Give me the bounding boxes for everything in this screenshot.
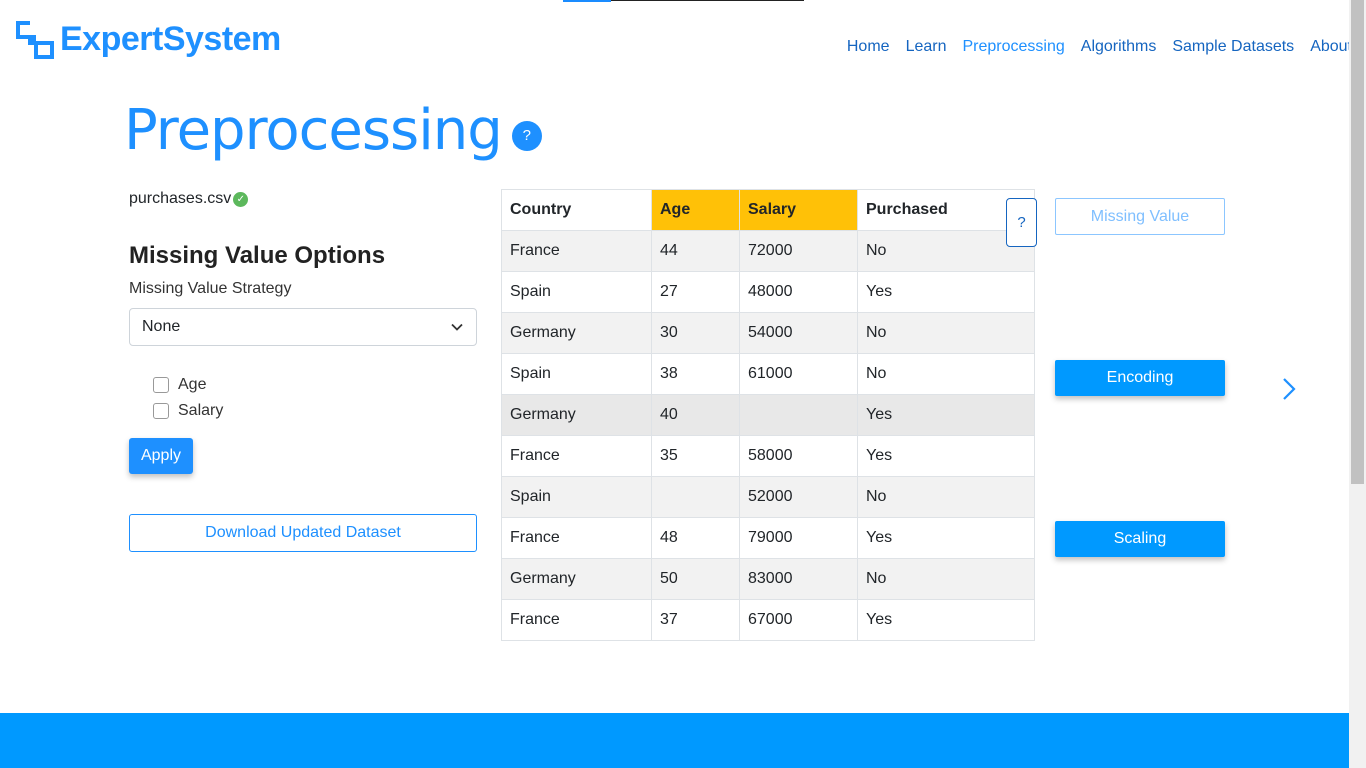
nav-algorithms[interactable]: Algorithms [1081,38,1157,56]
chevron-right-icon[interactable] [1281,376,1297,402]
section-title: Missing Value Options [129,242,386,269]
encoding-step-button[interactable]: Encoding [1055,360,1225,396]
cell-age: 48 [651,517,740,559]
cell-salary: 61000 [739,353,858,395]
column-option-age[interactable]: Age [153,372,477,398]
cell-salary: 58000 [739,435,858,477]
header-age[interactable]: Age [651,189,740,231]
age-checkbox[interactable] [153,377,169,393]
check-circle-icon: ✓ [233,191,249,207]
cell-purchased: Yes [857,394,1035,436]
nav-home[interactable]: Home [847,38,890,56]
scrollbar-thumb[interactable] [1351,0,1364,484]
cell-salary: 67000 [739,599,858,641]
cell-country: Germany [501,394,652,436]
cell-salary [739,394,858,436]
cell-purchased: Yes [857,517,1035,559]
strategy-select-value: None [142,318,181,335]
nav-sample-datasets[interactable]: Sample Datasets [1172,38,1294,56]
cell-age: 44 [651,230,740,272]
cell-purchased: No [857,476,1035,518]
missing-value-step-button[interactable]: Missing Value [1055,198,1225,235]
cell-country: France [501,230,652,272]
nav-learn[interactable]: Learn [906,38,947,56]
header-salary[interactable]: Salary [739,189,858,231]
page-scrollbar[interactable] [1349,0,1366,768]
scaling-step-button[interactable]: Scaling [1055,521,1225,557]
salary-checkbox[interactable] [153,403,169,419]
column-option-salary[interactable]: Salary [153,398,477,424]
cell-age: 37 [651,599,740,641]
strategy-select[interactable]: None [129,308,477,346]
table-row: France 37 67000 Yes [501,599,1035,641]
table-row: Germany 40 Yes [501,394,1035,436]
table-row: Spain 38 61000 No [501,353,1035,395]
cell-age: 38 [651,353,740,395]
cell-age [651,476,740,518]
cell-country: Spain [501,353,652,395]
page-header: Preprocessing ? [124,98,542,163]
page-footer [0,713,1349,768]
table-row: France 44 72000 No [501,230,1035,272]
uploaded-file: purchases.csv ✓ [129,190,477,208]
dataset-table: Country Age Salary Purchased France 44 7… [501,189,1035,641]
cell-purchased: No [857,353,1035,395]
table-header-row: Country Age Salary Purchased [501,189,1035,231]
cell-country: Germany [501,558,652,600]
cell-purchased: Yes [857,599,1035,641]
header-country[interactable]: Country [501,189,652,231]
strategy-label: Missing Value Strategy [129,280,292,297]
cell-purchased: Yes [857,271,1035,313]
table-help-button[interactable]: ? [1006,198,1037,247]
cell-country: France [501,517,652,559]
table-row: Germany 50 83000 No [501,558,1035,600]
cell-salary: 83000 [739,558,858,600]
nav-about[interactable]: About [1310,38,1352,56]
cell-country: Spain [501,476,652,518]
cell-country: Spain [501,271,652,313]
brand-name: ExpertSystem [60,20,281,58]
apply-button[interactable]: Apply [129,438,193,474]
cell-age: 50 [651,558,740,600]
cell-salary: 54000 [739,312,858,354]
missing-value-panel: purchases.csv ✓ Missing Value Options Mi… [129,190,477,552]
chevron-down-icon [451,323,463,331]
table-row: France 48 79000 Yes [501,517,1035,559]
cell-country: France [501,435,652,477]
cell-salary: 72000 [739,230,858,272]
column-checklist: Age Salary [129,372,477,424]
cell-purchased: No [857,558,1035,600]
cell-purchased: Yes [857,435,1035,477]
table-row: Germany 30 54000 No [501,312,1035,354]
cell-salary: 48000 [739,271,858,313]
salary-checkbox-label: Salary [178,402,224,419]
expertsystem-logo-icon [16,20,54,59]
page-help-button[interactable]: ? [511,120,542,151]
age-checkbox-label: Age [178,376,207,393]
cell-purchased: No [857,312,1035,354]
table-row: Spain 52000 No [501,476,1035,518]
page-load-progress [563,0,804,2]
cell-country: Germany [501,312,652,354]
brand-logo-link[interactable]: ExpertSystem [16,20,281,59]
cell-age: 40 [651,394,740,436]
download-dataset-button[interactable]: Download Updated Dataset [129,514,477,552]
cell-salary: 79000 [739,517,858,559]
table-row: Spain 27 48000 Yes [501,271,1035,313]
cell-salary: 52000 [739,476,858,518]
page-title: Preprocessing [124,98,503,163]
cell-age: 30 [651,312,740,354]
filename-label: purchases.csv [129,190,232,207]
cell-age: 35 [651,435,740,477]
cell-country: France [501,599,652,641]
cell-age: 27 [651,271,740,313]
table-row: France 35 58000 Yes [501,435,1035,477]
nav-preprocessing[interactable]: Preprocessing [962,38,1064,56]
main-nav: Home Learn Preprocessing Algorithms Samp… [831,38,1352,56]
